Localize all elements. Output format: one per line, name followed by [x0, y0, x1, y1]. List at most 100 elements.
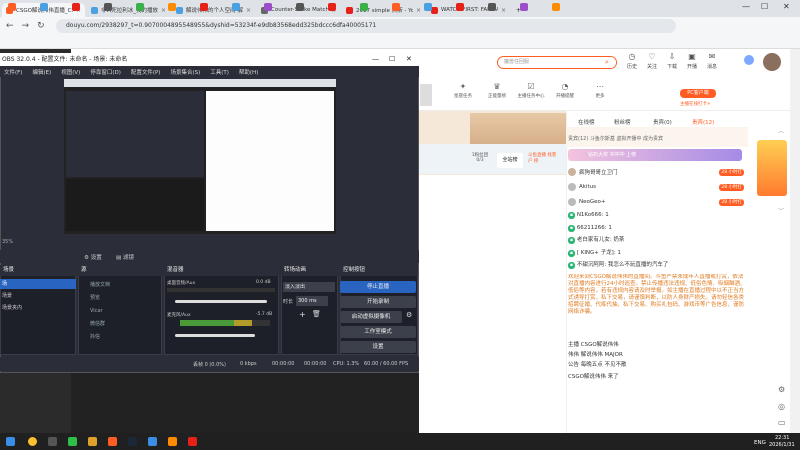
source-filters-button[interactable]: ▤ 滤镜: [116, 253, 134, 261]
ad-banner[interactable]: [757, 140, 787, 196]
bookmark-icon[interactable]: [40, 3, 48, 11]
scene-item[interactable]: 场景: [0, 292, 12, 299]
tab-guest[interactable]: 贵宾(12): [692, 118, 714, 126]
tab-vip[interactable]: 贵宾(0): [653, 118, 672, 126]
settings-icon[interactable]: ⚙: [778, 385, 785, 394]
maximize-icon[interactable]: ☐: [761, 2, 768, 11]
bookmark-icon[interactable]: [104, 3, 112, 11]
bookmark-icon[interactable]: [520, 3, 528, 11]
clock-time[interactable]: 22:31: [775, 435, 789, 441]
obs-preview[interactable]: [64, 79, 336, 234]
menu-view[interactable]: 视图(V): [61, 68, 80, 76]
sub-icon-button[interactable]: ☑ 主播任务中心: [517, 82, 545, 99]
source-item[interactable]: Vicar: [78, 306, 160, 316]
url-input[interactable]: douyu.com/2938297_t=0.9070004895548955&d…: [56, 19, 676, 33]
close-window-icon[interactable]: ✕: [783, 2, 790, 11]
windows-start-icon[interactable]: [6, 437, 15, 446]
menu-profile[interactable]: 配置文件(P): [131, 68, 161, 76]
language-indicator[interactable]: ENG: [754, 440, 766, 446]
browser-tab[interactable]: 非M死拉利冰_我的播放器_×: [87, 3, 170, 17]
rank-row[interactable]: Akitus 28 小时打: [568, 180, 744, 194]
back-icon[interactable]: ←: [6, 21, 14, 31]
minimize-icon[interactable]: —: [742, 2, 750, 11]
forward-icon[interactable]: →: [22, 21, 30, 31]
page-scrollbar[interactable]: [790, 49, 800, 433]
bookmark-icon[interactable]: [488, 3, 496, 11]
follow-button[interactable]: ♡ 关注: [642, 52, 662, 70]
bookmark-icon[interactable]: [136, 3, 144, 11]
tab-fans[interactable]: 粉丝榜: [614, 118, 631, 126]
source-item[interactable]: 预览: [78, 293, 160, 303]
settings-button[interactable]: 设置: [340, 341, 416, 353]
bookmark-icon[interactable]: [232, 3, 240, 11]
target-icon[interactable]: ◎: [778, 402, 785, 411]
studio-mode-button[interactable]: 工作室模式: [340, 326, 416, 338]
sub-icon-button[interactable]: ◔ 开播提醒: [551, 82, 579, 99]
rank-row[interactable]: 疯狗哥哥立卫门 28 小时打: [568, 165, 744, 179]
bookmark-icon[interactable]: [72, 3, 80, 11]
user-avatar[interactable]: [763, 53, 781, 71]
duration-input[interactable]: 300 ms: [296, 296, 328, 306]
scene-item[interactable]: 场景夹内: [0, 304, 22, 311]
menu-file[interactable]: 文件(F): [4, 68, 22, 76]
steam-icon[interactable]: [128, 437, 137, 446]
start-recording-button[interactable]: 开始录制: [340, 296, 416, 308]
virtual-camera-button[interactable]: 启动虚拟摄像机: [340, 311, 402, 323]
transition-select[interactable]: 淡入淡出: [283, 282, 335, 292]
bookmark-icon[interactable]: [200, 3, 208, 11]
download-button[interactable]: ⇩ 下载: [662, 52, 682, 70]
rank-button[interactable]: 全站榜: [497, 153, 523, 168]
rank-row[interactable]: NeoGeo+ 28 小时打: [568, 195, 744, 209]
browser-tab[interactable]: 解说伟伟的个人空间-解说伟伟×: [172, 3, 255, 17]
close-icon[interactable]: ×: [161, 7, 166, 14]
sub-icon-button[interactable]: ♛ 正能量榜: [483, 82, 511, 99]
bookmark-icon[interactable]: [168, 3, 176, 11]
sub-icon-button[interactable]: ✦ 星座任务: [449, 82, 477, 99]
bookmark-icon[interactable]: [296, 3, 304, 11]
message-button[interactable]: ✉ 消息: [702, 52, 722, 70]
volume-slider[interactable]: [175, 334, 255, 337]
pc-client-badge[interactable]: PC客户端: [680, 89, 716, 98]
maximize-icon[interactable]: ☐: [389, 55, 395, 63]
source-item[interactable]: 微信群: [78, 319, 160, 329]
bookmark-icon[interactable]: [552, 3, 560, 11]
folder-icon[interactable]: [88, 437, 97, 446]
stop-streaming-button[interactable]: 停止直播: [340, 281, 416, 293]
vip-icon[interactable]: [744, 55, 754, 65]
app-icon[interactable]: [148, 437, 157, 446]
tab-online[interactable]: 在线榜: [578, 118, 595, 126]
go-live-button[interactable]: ▣ 开播: [682, 52, 702, 70]
chrome-icon[interactable]: [28, 437, 37, 446]
menu-dock[interactable]: 停靠窗口(D): [90, 68, 121, 76]
bookmark-icon[interactable]: [328, 3, 336, 11]
close-icon[interactable]: ×: [501, 7, 506, 14]
app-icon[interactable]: [168, 437, 177, 446]
app-icon[interactable]: [188, 437, 197, 446]
bookmark-icon[interactable]: [392, 3, 400, 11]
close-icon[interactable]: ✕: [406, 55, 412, 63]
douyu-icon[interactable]: [108, 437, 117, 446]
volume-slider[interactable]: [175, 300, 267, 303]
clock-date[interactable]: 2026/1/31: [769, 442, 795, 448]
close-icon[interactable]: ×: [246, 7, 251, 14]
minimize-icon[interactable]: —: [372, 55, 379, 63]
bookmark-icon[interactable]: [8, 3, 16, 11]
obs-icon[interactable]: [48, 437, 57, 446]
history-button[interactable]: ◷ 历史: [622, 52, 642, 70]
chevron-up-icon[interactable]: ︿: [778, 126, 784, 135]
browser-tab[interactable]: 2017 simple 杰斯 - YouTube×: [342, 3, 425, 17]
menu-help[interactable]: 帮助(H): [239, 68, 258, 76]
browser-tab[interactable]: WATCH FIRST: FAKE AWP by×: [427, 3, 510, 17]
source-item[interactable]: 播放文档: [78, 280, 160, 290]
trash-icon[interactable]: 🗑: [312, 310, 321, 318]
menu-edit[interactable]: 编辑(E): [32, 68, 51, 76]
source-settings-button[interactable]: ⚙ 设置: [84, 253, 102, 261]
menu-scene-collection[interactable]: 场景集合(S): [170, 68, 200, 76]
more-button[interactable]: ⋯ 更多: [586, 82, 614, 99]
bookmark-icon[interactable]: [424, 3, 432, 11]
bookmark-icon[interactable]: [360, 3, 368, 11]
menu-tools[interactable]: 工具(T): [210, 68, 229, 76]
scene-item[interactable]: 场: [0, 279, 76, 289]
event-banner[interactable]: 钻石大奖 冲冲冲 上榜: [568, 149, 742, 161]
add-icon[interactable]: +: [299, 310, 306, 319]
